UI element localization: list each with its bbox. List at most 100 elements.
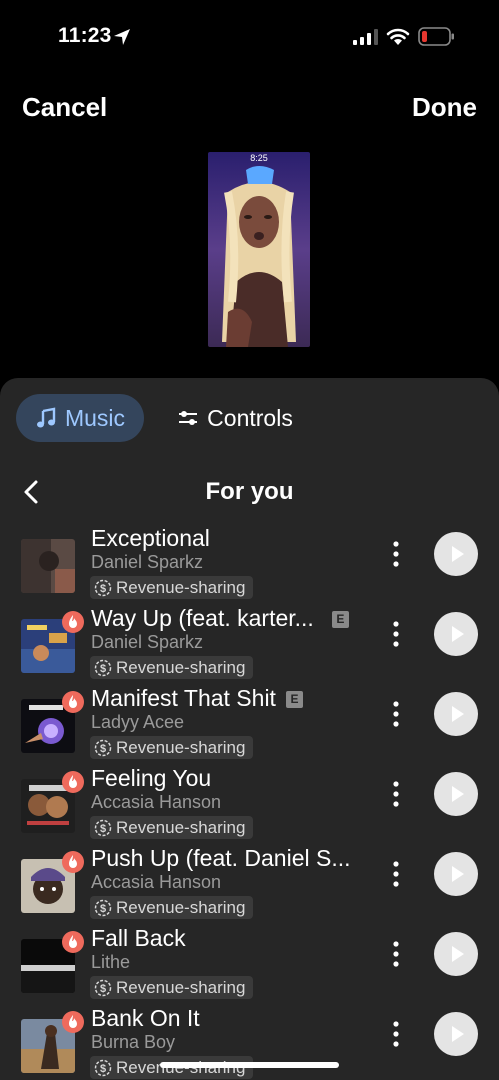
list-title: For you xyxy=(205,478,294,505)
play-icon xyxy=(452,546,464,562)
play-preview-button[interactable] xyxy=(434,772,478,816)
flame-icon xyxy=(69,855,77,868)
battery-icon xyxy=(418,27,454,46)
track-row[interactable]: Bank On It Burna Boy $ Revenue-sharing xyxy=(0,1005,499,1080)
flame-icon xyxy=(69,775,77,788)
track-artist: Daniel Sparkz xyxy=(91,632,204,652)
tab-controls[interactable]: Controls xyxy=(160,394,310,442)
dollar-badge-icon: $ xyxy=(94,1059,112,1076)
play-preview-button[interactable] xyxy=(434,1012,478,1056)
play-icon xyxy=(452,626,464,642)
track-title: Fall Back xyxy=(91,925,186,951)
trending-badge xyxy=(62,611,84,633)
dollar-badge-icon: $ xyxy=(94,899,112,916)
revenue-sharing-badge: $ Revenue-sharing xyxy=(90,896,254,919)
track-artist: Daniel Sparkz xyxy=(91,552,204,572)
play-preview-button[interactable] xyxy=(434,612,478,656)
track-row[interactable]: Feeling You Accasia Hanson $ Revenue-sha… xyxy=(0,765,499,848)
dollar-badge-icon: $ xyxy=(94,659,112,676)
flame-icon xyxy=(69,695,77,708)
track-title: Feeling You xyxy=(91,765,212,791)
track-artist: Lithe xyxy=(91,952,131,972)
status-bar: 11:23 xyxy=(0,0,499,70)
track-row[interactable]: Fall Back Lithe $ Revenue-sharing xyxy=(0,925,499,1008)
track-row[interactable]: Push Up (feat. Daniel S... Accasia Hanso… xyxy=(0,845,499,928)
track-artist: Burna Boy xyxy=(91,1032,176,1052)
play-preview-button[interactable] xyxy=(434,532,478,576)
status-time: 11:23 xyxy=(58,24,112,47)
more-options-icon[interactable] xyxy=(386,700,406,730)
flame-icon xyxy=(69,935,77,948)
svg-text:$: $ xyxy=(100,743,106,755)
track-title: Way Up (feat. karter... E xyxy=(91,605,349,632)
revenue-sharing-badge: $ Revenue-sharing xyxy=(90,976,254,999)
sliders-icon xyxy=(179,411,198,425)
play-icon xyxy=(452,866,464,882)
dollar-badge-icon: $ xyxy=(94,979,112,996)
revenue-sharing-badge: $ Revenue-sharing xyxy=(90,816,254,839)
revenue-sharing-label: Revenue-sharing xyxy=(116,897,246,917)
home-indicator[interactable] xyxy=(160,1062,339,1068)
cancel-button[interactable]: Cancel xyxy=(22,92,107,123)
wifi-icon xyxy=(386,28,410,45)
revenue-sharing-badge: $ Revenue-sharing xyxy=(90,576,254,599)
revenue-sharing-label: Revenue-sharing xyxy=(116,737,246,757)
trending-badge xyxy=(62,771,84,793)
music-note-icon xyxy=(36,407,56,428)
explicit-badge: E xyxy=(285,691,303,708)
trending-badge xyxy=(62,851,84,873)
dollar-badge-icon: $ xyxy=(94,739,112,756)
dollar-badge-icon: $ xyxy=(94,579,112,596)
track-artist: Ladyy Acee xyxy=(91,712,185,732)
play-preview-button[interactable] xyxy=(434,932,478,976)
preview-image: 8:25 xyxy=(208,152,310,347)
revenue-sharing-label: Revenue-sharing xyxy=(116,657,246,677)
more-options-icon[interactable] xyxy=(386,540,406,570)
tab-music[interactable]: Music xyxy=(16,394,144,442)
play-preview-button[interactable] xyxy=(434,692,478,736)
play-preview-button[interactable] xyxy=(434,852,478,896)
more-options-icon[interactable] xyxy=(386,620,406,650)
track-artist: Accasia Hanson xyxy=(91,872,222,892)
tab-controls-label: Controls xyxy=(207,404,293,431)
track-title: Exceptional xyxy=(91,525,210,551)
svg-text:$: $ xyxy=(100,823,106,835)
trending-badge xyxy=(62,1011,84,1033)
location-arrow-icon xyxy=(114,29,130,45)
explicit-badge: E xyxy=(331,611,349,628)
more-options-icon[interactable] xyxy=(386,1020,406,1050)
track-artist: Accasia Hanson xyxy=(91,792,222,812)
track-row[interactable]: Exceptional Daniel Sparkz $ Revenue-shar… xyxy=(0,525,499,608)
more-options-icon[interactable] xyxy=(386,780,406,810)
svg-text:$: $ xyxy=(100,1063,106,1075)
svg-text:$: $ xyxy=(100,983,106,995)
trending-badge xyxy=(62,691,84,713)
play-icon xyxy=(452,706,464,722)
tab-music-label: Music xyxy=(64,404,126,431)
play-icon xyxy=(452,1026,464,1042)
story-preview[interactable]: 8:25 xyxy=(208,152,310,347)
track-row[interactable]: Manifest That Shit E Ladyy Acee $ Revenue… xyxy=(0,685,499,768)
cellular-signal-icon xyxy=(353,29,378,45)
music-sheet: Music Controls For you Exceptional Danie… xyxy=(0,378,499,1080)
album-art xyxy=(21,539,75,593)
track-row[interactable]: Way Up (feat. karter... E Daniel Sparkz $… xyxy=(0,605,499,688)
svg-text:$: $ xyxy=(100,903,106,915)
more-options-icon[interactable] xyxy=(386,860,406,890)
flame-icon xyxy=(69,1015,77,1028)
revenue-sharing-badge: $ Revenue-sharing xyxy=(90,736,254,759)
more-options-icon[interactable] xyxy=(386,940,406,970)
done-button[interactable]: Done xyxy=(412,92,477,123)
track-title: Manifest That Shit E xyxy=(91,685,303,712)
flame-icon xyxy=(69,615,77,628)
play-icon xyxy=(452,946,464,962)
revenue-sharing-label: Revenue-sharing xyxy=(116,977,246,997)
revenue-sharing-label: Revenue-sharing xyxy=(116,577,246,597)
track-title: Bank On It xyxy=(91,1005,200,1031)
track-title: Push Up (feat. Daniel S... xyxy=(91,845,351,871)
revenue-sharing-label: Revenue-sharing xyxy=(116,817,246,837)
trending-badge xyxy=(62,931,84,953)
svg-text:$: $ xyxy=(100,663,106,675)
svg-text:$: $ xyxy=(100,583,106,595)
play-icon xyxy=(452,786,464,802)
